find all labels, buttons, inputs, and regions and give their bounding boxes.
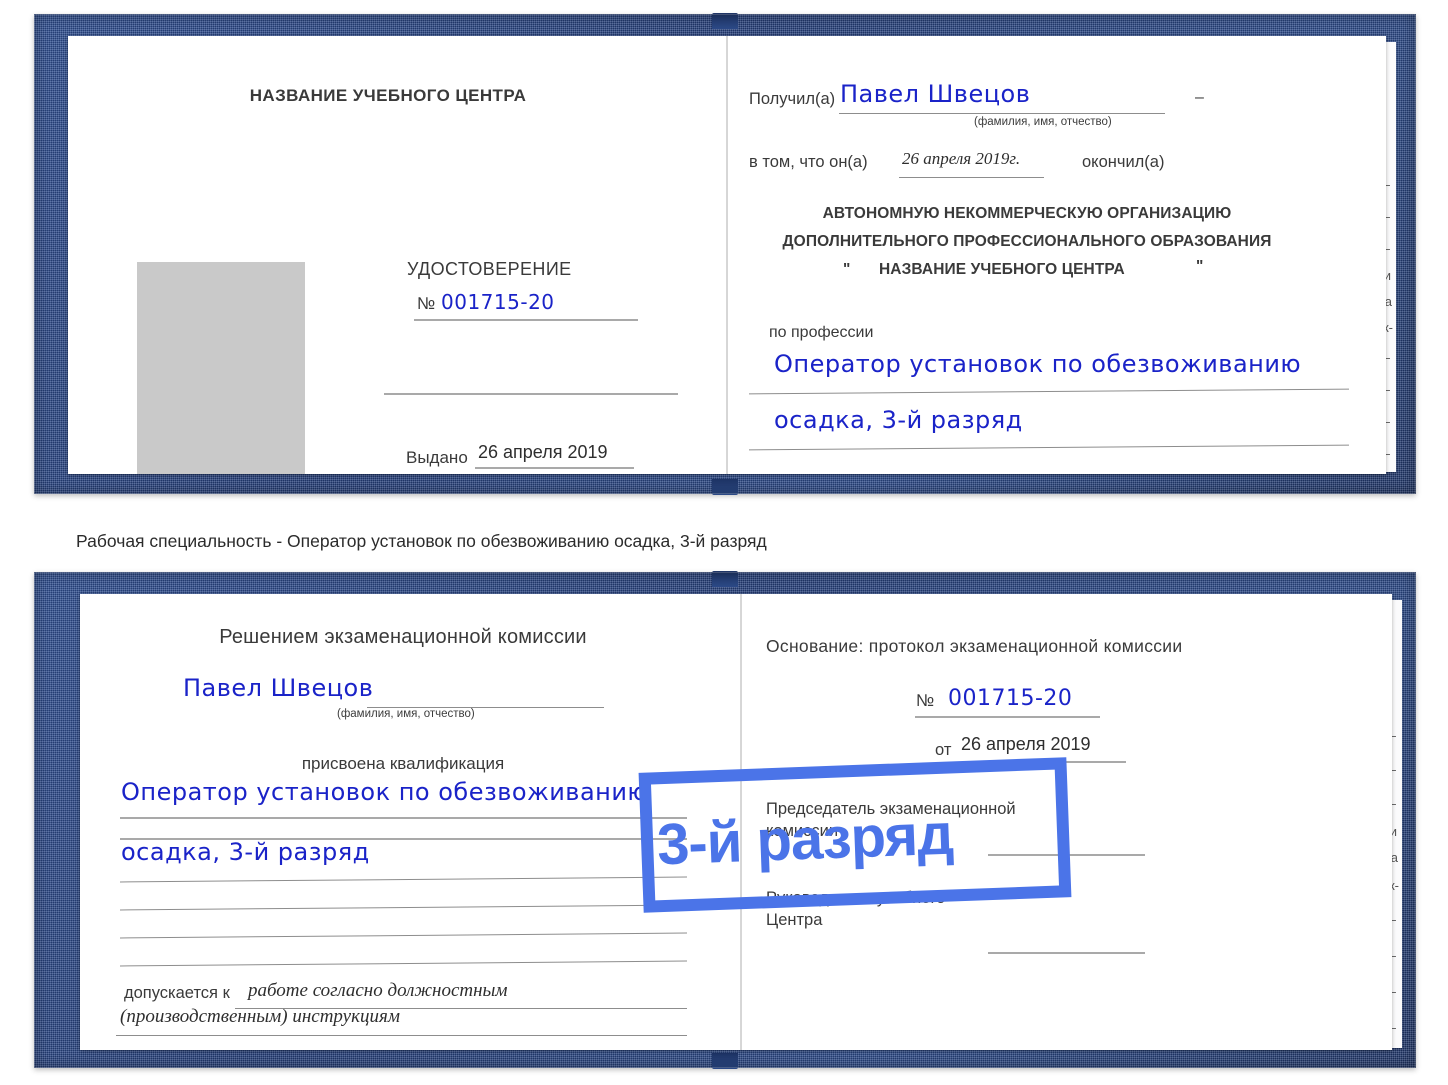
issued-date-value: 26 апреля 2019 [478,442,608,462]
spine-notch-bottom [712,479,738,495]
recipient-name-value: Павел Швецов [840,80,1031,108]
admitted-value-line-2: (производственным) инструкциям [120,1006,400,1027]
finished-label: окончил(а) [1082,153,1165,171]
admitted-value-line-1: работе согласно должностным [248,980,508,1001]
commission-decision-heading: Решением экзаменационной комиссии [219,626,587,648]
basis-label: Основание: протокол экзаменационной коми… [766,636,1183,656]
number-label: № [417,294,436,313]
training-center-heading: НАЗВАНИЕ УЧЕБНОГО ЦЕНТРА [249,86,527,105]
profession-label: по профессии [769,324,874,341]
photo-placeholder [137,262,305,474]
quote-open: " [843,261,851,278]
completion-date-rule [899,177,1044,178]
certificate-bottom-left-page: Решением экзаменационной комиссии Павел … [80,594,736,1050]
received-label: Получил(а) [749,90,836,108]
qualification-value-line-1: Оператор установок по обезвоживанию [121,778,649,806]
quote-close: " [1196,258,1204,275]
organization-line-1: АВТОНОМНУЮ НЕКОММЕРЧЕСКУЮ ОРГАНИЗАЦИЮ [822,205,1232,222]
head-signature-rule [988,952,1145,954]
fio-hint: (фамилия, имя, отчество) [974,116,1112,128]
chair-signature-rule [988,854,1145,856]
certificate-top-cover: – – – и а к- – – – – НАЗВАНИЕ УЧЕБНОГО Ц… [34,13,1416,495]
in-that-label: в том, что он(а) [749,153,868,171]
number-rule [414,319,638,321]
completion-date-value: 26 апреля 2019г. [902,149,1021,168]
profession-rule-1 [749,388,1349,395]
head-label-line-1: Руководитель учебного [766,889,946,907]
protocol-number-label: № [916,691,935,710]
certificate-top-spread: НАЗВАНИЕ УЧЕБНОГО ЦЕНТРА УДОСТОВЕРЕНИЕ №… [68,36,1386,474]
spine-notch-bottom [712,1053,738,1069]
admitted-rule-2 [116,1035,687,1036]
issued-rule [475,467,634,469]
protocol-date-rule [965,761,1126,763]
qualification-rule-1 [120,817,687,819]
blank-rule-2 [120,904,687,911]
protocol-number-rule [915,716,1100,718]
blank-rule-1 [120,876,687,883]
fio-hint: (фамилия, имя, отчество) [337,708,475,720]
certificate-top-left-page: НАЗВАНИЕ УЧЕБНОГО ЦЕНТРА УДОСТОВЕРЕНИЕ №… [68,36,727,474]
certificate-number-value: 001715-20 [441,290,555,314]
protocol-date-label: от [935,741,952,759]
qualification-value-line-2: осадка, 3-й разряд [121,838,370,866]
page-caption: Рабочая специальность - Оператор установ… [76,531,767,551]
blank-rule-4 [120,960,687,967]
profession-value-line-1: Оператор установок по обезвоживанию [774,350,1302,378]
profession-rule-2 [749,444,1349,451]
organization-name: НАЗВАНИЕ УЧЕБНОГО ЦЕНТРА [879,261,1125,278]
blank-rule-3 [120,932,687,939]
blank-rule [384,393,678,395]
student-name-value: Павел Швецов [183,674,374,702]
certificate-top-right-page: Получил(а) Павел Швецов (фамилия, имя, о… [727,36,1386,474]
spine-notch-top [712,571,738,587]
profession-value-line-2: осадка, 3-й разряд [774,406,1023,434]
recipient-name-rule [839,113,1165,114]
admitted-label: допускается к [124,984,230,1002]
spine-notch-top [712,13,738,29]
issued-label: Выдано [406,448,468,467]
protocol-number-value: 001715-20 [948,686,1073,711]
head-label-line-2: Центра [766,911,823,929]
edge-dash: – [1195,89,1204,106]
organization-line-2: ДОПОЛНИТЕЛЬНОГО ПРОФЕССИОНАЛЬНОГО ОБРАЗО… [782,233,1272,250]
watermark-text: 3-й разряд [655,801,954,878]
protocol-date-value: 26 апреля 2019 [961,734,1091,754]
qualification-label: присвоена квалификация [301,754,505,773]
document-type-label: УДОСТОВЕРЕНИЕ [407,259,572,279]
